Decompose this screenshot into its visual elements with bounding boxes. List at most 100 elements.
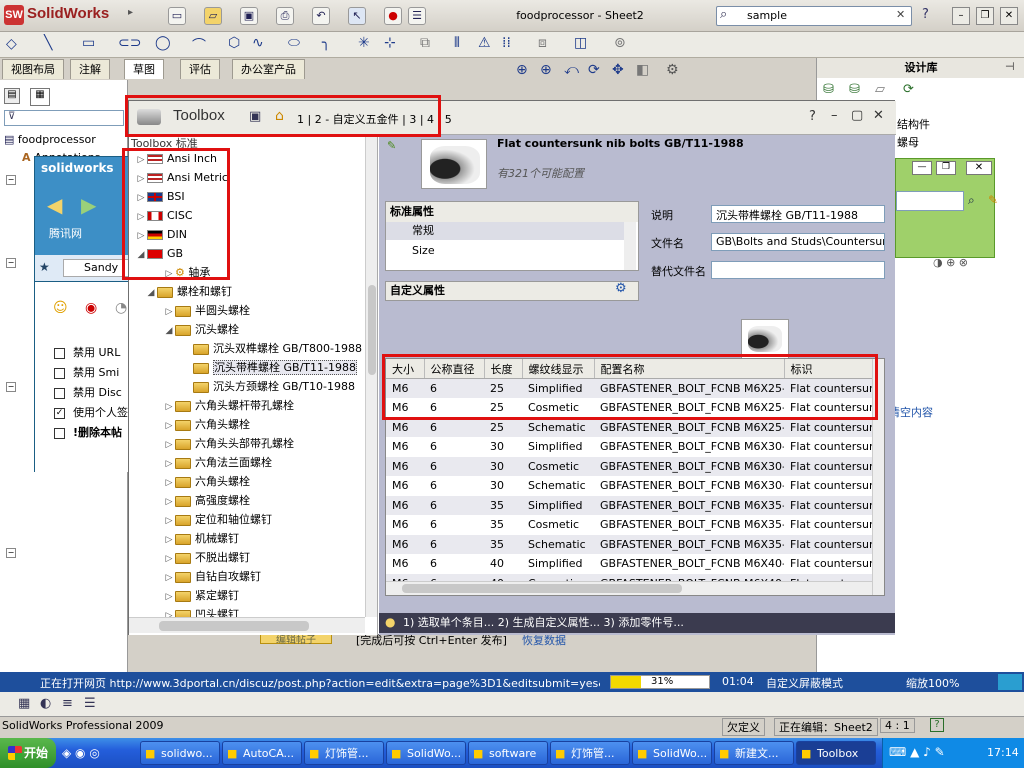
tree-collapse-toggle[interactable]: − <box>6 175 16 185</box>
taskbar-button[interactable]: ■ SolidWo... <box>632 741 712 765</box>
emoticon-icon[interactable]: ☺ <box>53 300 68 316</box>
menu-arrow-icon[interactable]: ▸ <box>128 7 142 25</box>
tree-collapse-toggle[interactable]: − <box>6 382 16 392</box>
pencil-icon[interactable]: ✎ <box>988 193 998 207</box>
table-row[interactable]: M6 6 35 Schematic GBFASTENER_BOLT_FCNB M6X35… <box>386 534 876 554</box>
taskbar-button[interactable]: ■ SolidWo... <box>386 741 466 765</box>
search-icon[interactable]: ⌕ <box>720 7 727 22</box>
pattern-icon[interactable]: ⁞⁞ <box>502 35 511 51</box>
tab-view-layout[interactable]: 视图布局 <box>2 59 64 79</box>
rectangle-tool-icon[interactable]: ▭ <box>82 35 95 51</box>
taskbar-button[interactable]: ■ software <box>468 741 548 765</box>
taskbar-button[interactable]: ■ 新建文... <box>714 741 794 765</box>
view-settings-icon[interactable]: ⚙ <box>666 62 679 78</box>
print-icon[interactable]: ⎙ <box>276 7 294 25</box>
taskbar-button[interactable]: ■ AutoCA... <box>222 741 302 765</box>
checkbox[interactable] <box>54 387 65 399</box>
tree-collapse-toggle[interactable]: − <box>6 548 16 558</box>
tree-collapse-toggle[interactable]: − <box>6 258 16 268</box>
search-input[interactable]: sample <box>716 6 912 26</box>
quick-snaps-icon[interactable]: ◫ <box>574 35 587 51</box>
tree-item[interactable]: 沉头方颈螺栓 GB/T10-1988 <box>135 377 365 396</box>
tencent-link[interactable]: 腾讯网 <box>49 225 82 241</box>
offset-tool-icon[interactable]: ⧉ <box>420 35 430 51</box>
new-folder-icon[interactable]: ▱ <box>875 82 885 97</box>
tree-item[interactable]: ▷ 紧定螺钉 <box>135 586 365 605</box>
props-scrollbar[interactable] <box>624 222 636 270</box>
scroll-thumb[interactable] <box>368 285 376 375</box>
point-tool-icon[interactable]: ✳ <box>358 35 370 51</box>
checkbox[interactable] <box>54 427 65 439</box>
close-button[interactable]: ✕ <box>966 161 992 175</box>
trim-tool-icon[interactable]: ⊹ <box>384 35 396 51</box>
expand-arrow-icon[interactable]: ◢ <box>145 284 157 303</box>
std-prop-general[interactable]: 常规 <box>386 222 624 240</box>
post-option[interactable]: ✓ 使用个人签 <box>54 404 134 424</box>
alt-file-field[interactable] <box>711 261 885 279</box>
rapid-sketch-icon[interactable]: ⊚ <box>614 35 626 51</box>
taskbar-button[interactable]: ■ Toolbox <box>796 741 876 765</box>
status-scale[interactable]: 4 : 1 <box>880 718 915 733</box>
edit-icon[interactable]: ✎ <box>387 139 396 152</box>
previous-view-icon[interactable]: ⤺ <box>564 62 579 78</box>
file-field[interactable]: GB\Bolts and Studs\Countersunk h <box>711 233 885 251</box>
add-file-location-icon[interactable]: ⛁ <box>849 82 860 97</box>
search-icon[interactable]: ⌕ <box>968 193 975 208</box>
tab-office-products[interactable]: 办公室产品 <box>232 59 305 79</box>
taskbar-button[interactable]: ■ 灯饰管... <box>550 741 630 765</box>
maximize-button[interactable]: ▢ <box>851 108 863 123</box>
undo-icon[interactable]: ↶ <box>312 7 330 25</box>
close-button[interactable]: ✕ <box>873 108 884 123</box>
tree-item[interactable]: ▷ 定位和轴位螺钉 <box>135 510 365 529</box>
polygon-tool-icon[interactable]: ⬡ <box>228 35 240 51</box>
table-horizontal-scrollbar[interactable] <box>386 581 872 595</box>
tree-horizontal-scrollbar[interactable] <box>129 617 365 633</box>
taskbar-button[interactable]: ■ solidwo... <box>140 741 220 765</box>
tab-annotation[interactable]: 注解 <box>70 59 110 79</box>
desc-field[interactable]: 沉头带榫螺栓 GB/T11-1988 <box>711 205 885 223</box>
layer-icon[interactable]: ▦ <box>18 696 30 711</box>
checkbox[interactable]: ✓ <box>54 407 65 419</box>
post-option[interactable]: 禁用 Disc <box>54 384 134 404</box>
options-icon[interactable]: ☰ <box>408 7 426 25</box>
property-manager-tab-icon[interactable]: ▦ <box>30 88 50 106</box>
clear-search-icon[interactable]: ✕ <box>896 8 905 21</box>
tree-item[interactable]: ▷ 六角头头部带孔螺栓 <box>135 434 365 453</box>
add-to-library-icon[interactable]: ⛁ <box>823 82 834 97</box>
table-row[interactable]: M6 6 35 Simplified GBFASTENER_BOLT_FCNB M6X3… <box>386 495 876 515</box>
filter-mode[interactable]: 自定义屏蔽模式 <box>766 675 843 691</box>
minimize-button[interactable]: – <box>831 108 838 123</box>
tree-item[interactable]: ▷ 高强度螺栓 <box>135 491 365 510</box>
relations-icon[interactable]: ⚠ <box>478 35 491 51</box>
tree-item[interactable]: 沉头双榫螺栓 GB/T800-1988 <box>135 339 365 358</box>
restore-button[interactable]: ❐ <box>936 161 956 175</box>
table-row[interactable]: M6 6 30 Schematic GBFASTENER_BOLT_FCNB M6X30… <box>386 476 876 496</box>
help-icon[interactable]: ? <box>809 109 816 124</box>
table-row[interactable]: M6 6 30 Cosmetic GBFASTENER_BOLT_FCNB M6X30-… <box>386 456 876 476</box>
close-button[interactable]: ✕ <box>1000 7 1018 25</box>
library-item-nut[interactable]: 螺母 <box>897 134 919 150</box>
tree-item[interactable]: 沉头带榫螺栓 GB/T11-1988 <box>135 358 365 377</box>
clock-icon[interactable]: ◔ <box>115 300 127 316</box>
mirror-tool-icon[interactable]: ⫴ <box>454 35 460 51</box>
refresh-icon[interactable]: ⟳ <box>903 82 914 97</box>
tree-item[interactable]: ▷ 半圆头螺栓 <box>135 301 365 320</box>
table-row[interactable]: M6 6 35 Cosmetic GBFASTENER_BOLT_FCNB M6X35-… <box>386 515 876 535</box>
custom-props-icon[interactable]: ⚙ <box>615 281 627 296</box>
filter-icon[interactable]: ⊽ <box>4 110 124 126</box>
checkbox[interactable] <box>54 347 65 359</box>
tab-evaluate[interactable]: 评估 <box>180 59 220 79</box>
restore-button[interactable]: ❐ <box>976 7 994 25</box>
minimize-button[interactable]: – <box>952 7 970 25</box>
minimize-button[interactable]: — <box>912 161 932 175</box>
table-row[interactable]: M6 6 30 Simplified GBFASTENER_BOLT_FCNB M6X3… <box>386 437 876 457</box>
library-item-structure[interactable]: 结构件 <box>897 116 930 132</box>
line-tool-icon[interactable]: ╲ <box>44 35 52 51</box>
color-icon[interactable]: ◐ <box>40 696 51 711</box>
tree-item[interactable]: ◢ 螺栓和螺钉 <box>135 282 365 301</box>
tree-vertical-scrollbar[interactable] <box>365 135 377 617</box>
green-popup-search[interactable] <box>896 191 964 211</box>
zoom-fit-icon[interactable]: ⊕ <box>516 62 528 78</box>
circle-tool-icon[interactable]: ◯ <box>155 35 171 51</box>
save-icon[interactable]: ▣ <box>240 7 258 25</box>
